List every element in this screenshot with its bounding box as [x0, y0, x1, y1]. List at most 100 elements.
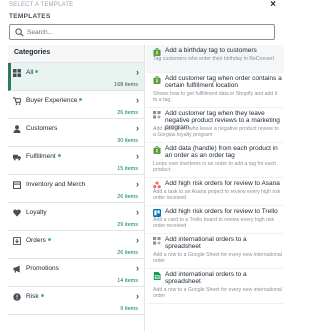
category-item[interactable]: Risk › 9 items [8, 287, 144, 315]
template-item[interactable]: Add a birthday tag to customers Tag custo… [146, 45, 284, 73]
category-name: Buyer Experience [26, 97, 78, 104]
template-item[interactable]: Add high risk orders for review to Asana… [146, 178, 284, 206]
category-count: 26 items [117, 250, 138, 256]
download-icon [13, 237, 21, 245]
template-description: Tag customers who enter their birthday i… [153, 56, 275, 62]
template-title: Add international orders to a spreadshee… [165, 271, 247, 285]
category-label: All [26, 69, 39, 76]
alert-icon [13, 293, 21, 301]
category-label: Promotions [26, 265, 59, 272]
category-count: 168 items [114, 82, 138, 88]
category-label: Inventory and Merch [26, 181, 85, 188]
category-label: Buyer Experience [26, 97, 83, 104]
template-description: Add a row to a Google Sheet for every ne… [153, 252, 282, 264]
category-label: Orders [26, 237, 51, 244]
category-count: 15 items [117, 166, 138, 172]
category-name: All [26, 69, 34, 76]
category-name: Loyalty [26, 209, 47, 216]
green-bag-icon [153, 48, 161, 56]
status-dot [57, 153, 61, 157]
heart-icon [13, 209, 21, 217]
template-description: Loops over lineItems in an order to add … [153, 161, 277, 173]
search-box [9, 24, 275, 40]
template-description: Add a row to a Google Sheet for every ne… [153, 287, 282, 299]
template-title: Add data (handle) from each product in a… [165, 145, 278, 159]
category-name: Orders [26, 237, 46, 244]
status-dot [47, 237, 51, 241]
category-item[interactable]: Orders › 26 items [8, 231, 144, 259]
app-grid-icon [153, 111, 161, 119]
chevron-right-icon: › [136, 291, 139, 301]
chevron-right-icon: › [136, 207, 139, 217]
modal-subtitle: SELECT A TEMPLATE [9, 2, 74, 8]
category-count: 29 items [117, 222, 138, 228]
status-dot [40, 293, 44, 297]
template-list: Add a birthday tag to customers Tag custo… [146, 45, 284, 304]
cart-icon [13, 97, 21, 105]
categories-panel: Categories All › 168 items Buyer Experience… [8, 45, 145, 331]
template-item[interactable]: Add data (handle) from each product in a… [146, 143, 284, 178]
category-count: 9 items [120, 306, 138, 312]
category-item[interactable]: Buyer Experience › 26 items [8, 91, 144, 119]
template-description: Add customers who leave a negative produ… [153, 126, 279, 138]
category-label: Risk [26, 293, 44, 300]
category-label: Customers [26, 125, 57, 132]
close-icon[interactable]: × [270, 0, 276, 10]
category-name: Customers [26, 125, 58, 132]
truck-icon [13, 154, 21, 161]
template-title: Add high risk orders for review to Asana [165, 180, 280, 187]
category-item[interactable]: Inventory and Merch › 26 items [8, 175, 144, 203]
chevron-right-icon: › [136, 179, 139, 189]
chevron-right-icon: › [136, 123, 139, 133]
sheets-icon [153, 272, 161, 280]
status-dot [79, 97, 83, 101]
chevron-right-icon: › [136, 151, 139, 161]
template-item[interactable]: Add customer tag when they leave negativ… [146, 108, 284, 143]
search-icon [15, 28, 24, 37]
trello-icon [153, 209, 161, 217]
category-name: Risk [26, 293, 39, 300]
template-title: Add a birthday tag to customers [165, 47, 257, 54]
category-item[interactable]: Fulfillment › 15 items [8, 147, 144, 175]
chevron-right-icon: › [136, 95, 139, 105]
category-label: Fulfillment [26, 153, 61, 160]
template-item[interactable]: Add customer tag when order contains a c… [146, 73, 284, 108]
search-input[interactable] [27, 26, 267, 38]
box-icon [13, 181, 21, 189]
asana-icon [153, 181, 161, 189]
template-item[interactable]: Add high risk orders for review to Trell… [146, 206, 284, 234]
category-item[interactable]: Loyalty › 29 items [8, 203, 144, 231]
chevron-right-icon: › [136, 235, 139, 245]
template-item[interactable]: Add international orders to a spreadshee… [146, 234, 284, 269]
template-title: Add international orders to a spreadshee… [165, 236, 247, 250]
person-icon [13, 125, 21, 133]
category-label: Loyalty [26, 209, 47, 216]
green-bag-icon [153, 146, 161, 154]
category-count: 30 items [117, 138, 138, 144]
modal-header: SELECT A TEMPLATE × [0, 0, 284, 12]
categories-header: Categories [8, 45, 144, 63]
category-item[interactable]: All › 168 items [8, 63, 144, 91]
templates-panel: Add a birthday tag to customers Tag custo… [146, 45, 284, 331]
template-description: Add a card to a Trello board to review e… [153, 217, 275, 229]
category-item[interactable]: Promotions › 14 items [8, 259, 144, 287]
template-title: Add high risk orders for review to Trell… [165, 208, 278, 215]
category-name: Inventory and Merch [26, 181, 86, 188]
category-count: 26 items [117, 110, 138, 116]
app-grid-icon [153, 237, 161, 245]
status-dot [35, 69, 39, 73]
grid-icon [13, 69, 21, 77]
category-count: 26 items [117, 194, 138, 200]
green-bag-icon [153, 76, 161, 84]
template-title: Add customer tag when order contains a c… [165, 75, 282, 89]
category-count: 14 items [117, 278, 138, 284]
category-item[interactable]: Customers › 30 items [8, 119, 144, 147]
category-name: Promotions [26, 265, 59, 272]
page-title: TEMPLATES [9, 13, 51, 20]
category-list: All › 168 items Buyer Experience › 26 items Cu… [8, 63, 144, 315]
template-item[interactable]: Add international orders to a spreadshee… [146, 269, 284, 304]
chevron-right-icon: › [136, 263, 139, 273]
template-description: Shows how to get fulfillment data in Sho… [153, 91, 278, 103]
chevron-right-icon: › [136, 67, 139, 77]
category-name: Fulfillment [26, 153, 56, 160]
